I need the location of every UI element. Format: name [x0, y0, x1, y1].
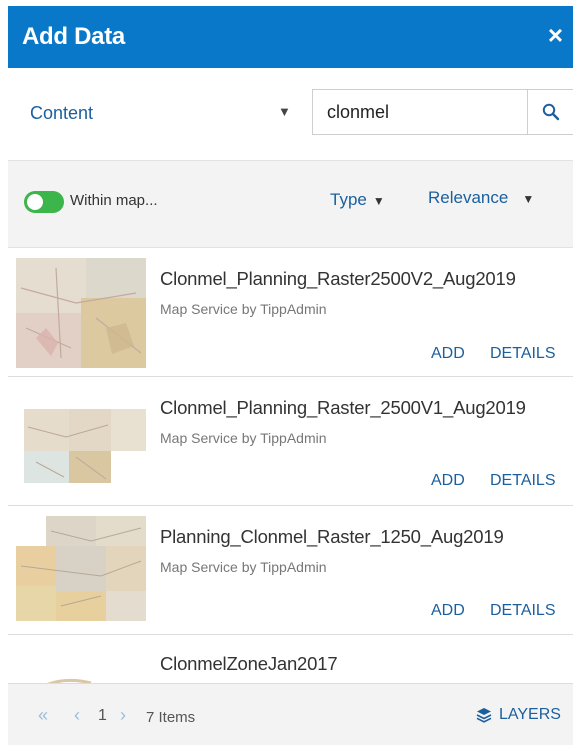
previous-page-icon[interactable]: ‹	[74, 705, 80, 726]
result-subtitle: Map Service by TippAdmin	[160, 301, 327, 317]
result-subtitle: Map Service by TippAdmin	[160, 430, 327, 446]
details-button[interactable]: DETAILS	[490, 345, 556, 363]
dropdown-caret-icon: ▼	[278, 104, 291, 119]
content-dropdown[interactable]: Content ▼	[8, 90, 308, 134]
search-input[interactable]	[313, 90, 529, 134]
within-map-label: Within map...	[70, 192, 158, 209]
layers-label: LAYERS	[499, 706, 561, 723]
sort-label: Relevance	[428, 188, 509, 207]
result-item: ClonmelZoneJan2017	[8, 635, 573, 683]
type-filter-label: Type	[330, 190, 367, 209]
result-item: Clonmel_Planning_Raster_2500V1_Aug2019 M…	[8, 377, 573, 506]
add-button[interactable]: ADD	[431, 602, 465, 620]
result-title: ClonmelZoneJan2017	[160, 653, 338, 674]
result-thumbnail[interactable]	[16, 516, 146, 626]
search-box	[312, 89, 573, 135]
sort-dropdown[interactable]: Relevance ▼	[428, 188, 534, 208]
result-title: Clonmel_Planning_Raster_2500V1_Aug2019	[160, 397, 526, 418]
layers-button[interactable]: LAYERS	[476, 706, 561, 724]
dropdown-caret-icon: ▼	[522, 192, 535, 206]
result-thumbnail[interactable]	[16, 258, 146, 368]
current-page: 1	[98, 707, 107, 724]
details-button[interactable]: DETAILS	[490, 602, 556, 620]
item-count: 7 Items	[146, 709, 196, 726]
result-title: Clonmel_Planning_Raster2500V2_Aug2019	[160, 268, 516, 289]
toggle-knob	[27, 194, 43, 210]
panel-header: Add Data ×	[8, 6, 573, 68]
next-page-icon[interactable]: ›	[120, 705, 126, 726]
dropdown-caret-icon: ▼	[372, 194, 385, 208]
layers-icon	[476, 708, 492, 723]
filter-bar: Within map... Type ▼ Relevance ▼	[8, 160, 573, 248]
add-button[interactable]: ADD	[431, 345, 465, 363]
panel-title: Add Data	[22, 23, 125, 50]
add-button[interactable]: ADD	[431, 472, 465, 490]
result-item: Clonmel_Planning_Raster2500V2_Aug2019 Ma…	[8, 248, 573, 377]
within-map-toggle[interactable]	[24, 191, 64, 213]
result-thumbnail[interactable]	[16, 663, 146, 683]
details-button[interactable]: DETAILS	[490, 472, 556, 490]
result-item: Planning_Clonmel_Raster_1250_Aug2019 Map…	[8, 506, 573, 635]
first-page-icon[interactable]: «	[38, 705, 48, 726]
search-icon	[542, 103, 559, 121]
type-filter-dropdown[interactable]: Type ▼	[330, 190, 385, 210]
search-button[interactable]	[527, 90, 573, 134]
pagination-footer: « ‹ 1 › 7 Items LAYERS	[8, 683, 573, 745]
toolbar: Content ▼	[8, 68, 573, 160]
result-subtitle: Map Service by TippAdmin	[160, 559, 327, 575]
content-dropdown-label: Content	[30, 103, 94, 123]
result-thumbnail[interactable]	[16, 387, 146, 497]
results-list[interactable]: Clonmel_Planning_Raster2500V2_Aug2019 Ma…	[8, 248, 573, 683]
close-icon[interactable]: ×	[548, 22, 563, 48]
result-title: Planning_Clonmel_Raster_1250_Aug2019	[160, 526, 504, 547]
